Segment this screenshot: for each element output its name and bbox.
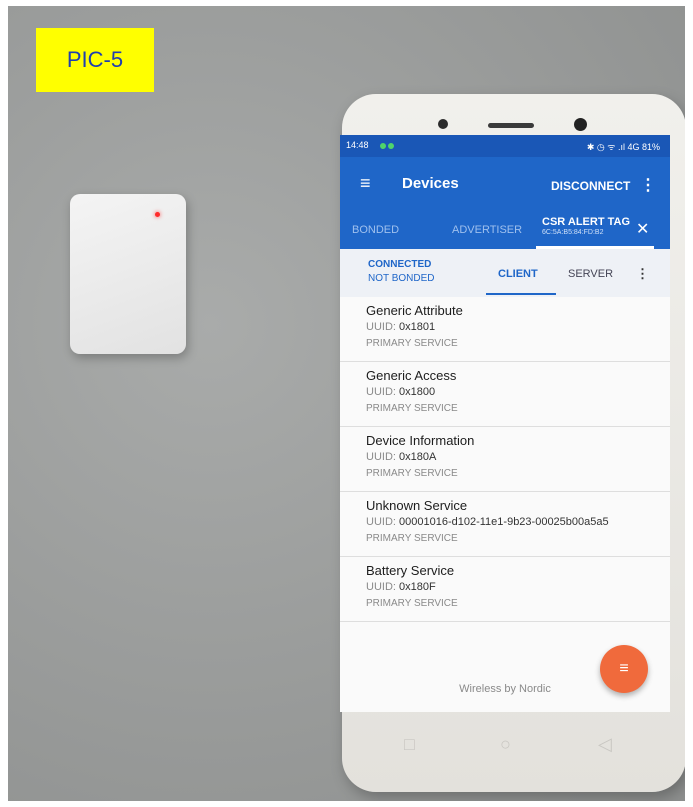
- close-icon[interactable]: ✕: [636, 219, 649, 239]
- service-name: Battery Service: [366, 563, 455, 578]
- footer-text: Wireless by Nordic: [459, 683, 551, 695]
- bond-state: NOT BONDED: [368, 273, 435, 284]
- service-uuid: UUID: 0x180F: [366, 581, 436, 593]
- connection-state: CONNECTED: [368, 259, 432, 270]
- service-item[interactable]: Generic Attribute UUID: 0x1801 PRIMARY S…: [340, 297, 670, 362]
- pic-label: PIC-5: [36, 28, 154, 92]
- tab-advertiser[interactable]: ADVERTISER: [452, 224, 522, 236]
- client-tab-indicator: [486, 293, 556, 295]
- list-icon: ≡: [619, 660, 629, 677]
- service-uuid: UUID: 00001016-d102-11e1-9b23-00025b00a5…: [366, 516, 609, 528]
- service-uuid: UUID: 0x1800: [366, 386, 436, 398]
- device-tabs: BONDED ADVERTISER CSR ALERT TAG 6C:5A:B5…: [340, 207, 670, 249]
- service-type: PRIMARY SERVICE: [366, 403, 458, 414]
- page-title: Devices: [402, 175, 459, 192]
- service-item[interactable]: Device Information UUID: 0x180A PRIMARY …: [340, 427, 670, 492]
- service-uuid: UUID: 0x1801: [366, 321, 436, 333]
- led-indicator: [155, 212, 160, 217]
- phone-screen: 14:48 ✱ ◷ ᯤ .ıl 4G 81% ≡ Devices DISCONN…: [340, 135, 670, 712]
- menu-icon[interactable]: ≡: [360, 173, 371, 194]
- more-options-icon[interactable]: ⋮: [636, 266, 649, 282]
- connection-bar: CONNECTED NOT BONDED CLIENT SERVER ⋮: [340, 249, 670, 298]
- app-bar: ≡ Devices DISCONNECT ⋮: [340, 157, 670, 207]
- alert-tag-device: [70, 194, 186, 354]
- service-type: PRIMARY SERVICE: [366, 338, 458, 349]
- service-name: Unknown Service: [366, 498, 468, 513]
- tab-device-mac: 6C:5A:B5:84:FD:B2: [542, 229, 604, 236]
- service-item[interactable]: Generic Access UUID: 0x1800 PRIMARY SERV…: [340, 362, 670, 427]
- disconnect-button[interactable]: DISCONNECT: [551, 179, 630, 193]
- service-uuid: UUID: 0x180A: [366, 451, 437, 463]
- front-sensor: [438, 119, 448, 129]
- service-type: PRIMARY SERVICE: [366, 468, 458, 479]
- front-camera: [574, 118, 587, 131]
- home-key[interactable]: ○: [500, 734, 511, 755]
- overflow-menu-icon[interactable]: ⋮: [640, 175, 656, 195]
- tab-csr-alert-tag[interactable]: CSR ALERT TAG 6C:5A:B5:84:FD:B2: [542, 216, 630, 236]
- tab-device-name: CSR ALERT TAG: [542, 216, 630, 228]
- service-list: Generic Attribute UUID: 0x1801 PRIMARY S…: [340, 297, 670, 622]
- service-item[interactable]: Battery Service UUID: 0x180F PRIMARY SER…: [340, 557, 670, 622]
- status-right: ✱ ◷ ᯤ .ıl 4G 81%: [586, 142, 660, 152]
- service-name: Generic Attribute: [366, 303, 463, 318]
- notification-icons: [380, 141, 396, 149]
- earpiece: [488, 123, 534, 128]
- tab-bonded[interactable]: BONDED: [352, 224, 399, 236]
- service-name: Device Information: [366, 433, 475, 448]
- back-key[interactable]: ◁: [598, 734, 612, 755]
- service-type: PRIMARY SERVICE: [366, 598, 458, 609]
- service-type: PRIMARY SERVICE: [366, 533, 458, 544]
- status-bar: 14:48 ✱ ◷ ᯤ .ıl 4G 81%: [340, 135, 670, 157]
- tab-server[interactable]: SERVER: [568, 268, 613, 280]
- status-time: 14:48: [346, 140, 369, 150]
- recent-apps-key[interactable]: □: [404, 734, 415, 755]
- service-item[interactable]: Unknown Service UUID: 00001016-d102-11e1…: [340, 492, 670, 557]
- tab-client[interactable]: CLIENT: [498, 268, 538, 280]
- service-name: Generic Access: [366, 368, 457, 383]
